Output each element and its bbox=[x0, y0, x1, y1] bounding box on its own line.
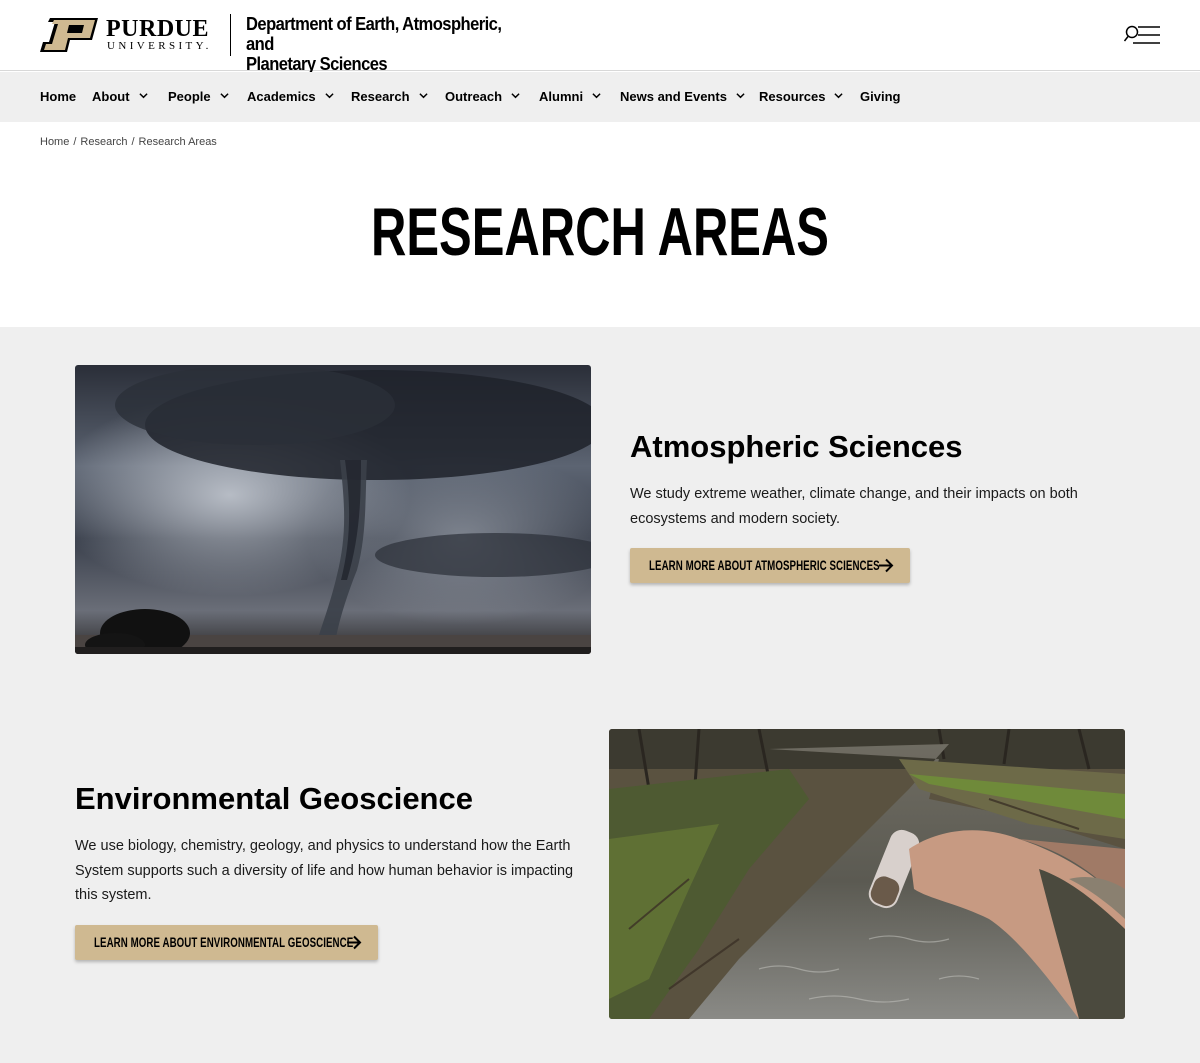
nav-item-alumni[interactable]: Alumni bbox=[539, 89, 601, 105]
nav-item-research[interactable]: Research bbox=[351, 89, 428, 105]
arrow-right-icon bbox=[879, 558, 894, 573]
chevron-down-icon bbox=[325, 93, 334, 99]
chevron-down-icon bbox=[834, 93, 844, 99]
chevron-down-icon bbox=[736, 93, 745, 99]
breadcrumb-current: Research Areas bbox=[138, 136, 217, 148]
main-nav: Home About People Academics Research Out… bbox=[0, 72, 1200, 122]
chevron-down-icon bbox=[511, 93, 520, 99]
area-desc-line: We use biology, chemistry, geology, and … bbox=[75, 838, 571, 854]
tornado-photo bbox=[75, 365, 591, 654]
nav-item-academics[interactable]: Academics bbox=[247, 89, 334, 105]
nav-item-giving[interactable]: Giving bbox=[860, 89, 900, 105]
breadcrumb-research[interactable]: Research bbox=[80, 136, 127, 148]
area-desc-environmental: We use biology, chemistry, geology, and … bbox=[75, 834, 575, 908]
logo-subtitle: UNIVERSITY. bbox=[107, 40, 212, 52]
search-menu-icon[interactable] bbox=[1124, 24, 1160, 48]
chevron-down-icon bbox=[418, 93, 428, 99]
area-desc-line: We study extreme weather, climate change… bbox=[630, 486, 1078, 502]
button-label: LEARN MORE ABOUT ENVIRONMENTAL GEOSCIENC… bbox=[94, 935, 354, 950]
nav-item-news-and-events[interactable]: News and Events bbox=[620, 89, 745, 105]
button-label: LEARN MORE ABOUT ATMOSPHERIC SCIENCES bbox=[649, 558, 880, 573]
arrow-right-icon bbox=[347, 935, 362, 950]
nav-item-about[interactable]: About bbox=[92, 89, 148, 105]
breadcrumb: Home / Research / Research Areas bbox=[40, 135, 217, 149]
purdue-logo[interactable]: PURDUE UNIVERSITY. bbox=[40, 14, 215, 56]
nav-item-people[interactable]: People bbox=[168, 89, 229, 105]
area-desc-line: ecosystems and modern society. bbox=[630, 510, 841, 527]
site-header: PURDUE UNIVERSITY. Department of Earth, … bbox=[0, 0, 1200, 74]
area-desc-line: System supports such a diversity of life… bbox=[75, 862, 574, 879]
learn-more-atmospheric-button[interactable]: LEARN MORE ABOUT ATMOSPHERIC SCIENCES bbox=[630, 548, 910, 583]
area-desc-line: this system. bbox=[75, 887, 152, 903]
chevron-down-icon bbox=[592, 93, 601, 99]
department-name[interactable]: Department of Earth, Atmospheric, and Pl… bbox=[246, 14, 522, 74]
chevron-down-icon bbox=[220, 93, 229, 99]
area-title-environmental: Environmental Geoscience bbox=[75, 781, 473, 816]
area-title-atmospheric: Atmospheric Sciences bbox=[630, 429, 963, 464]
page-title: RESEARCH AREAS bbox=[371, 194, 829, 270]
purdue-p-icon bbox=[40, 18, 98, 52]
nav-item-outreach[interactable]: Outreach bbox=[445, 89, 520, 105]
logo-wordmark: PURDUE bbox=[106, 16, 209, 42]
header-divider bbox=[230, 14, 231, 56]
breadcrumb-home[interactable]: Home bbox=[40, 136, 69, 148]
chevron-down-icon bbox=[138, 93, 148, 99]
area-desc-atmospheric: We study extreme weather, climate change… bbox=[630, 482, 1100, 531]
nav-item-home[interactable]: Home bbox=[40, 89, 76, 105]
nav-item-resources[interactable]: Resources bbox=[759, 89, 844, 105]
department-line-1: Department of Earth, Atmospheric, and bbox=[246, 14, 502, 54]
stream-sample-photo bbox=[609, 729, 1125, 1019]
department-line-2: Planetary Sciences bbox=[246, 54, 388, 74]
breadcrumb-separator: / bbox=[73, 136, 77, 148]
breadcrumb-separator: / bbox=[131, 136, 135, 148]
learn-more-environmental-button[interactable]: LEARN MORE ABOUT ENVIRONMENTAL GEOSCIENC… bbox=[75, 925, 378, 960]
